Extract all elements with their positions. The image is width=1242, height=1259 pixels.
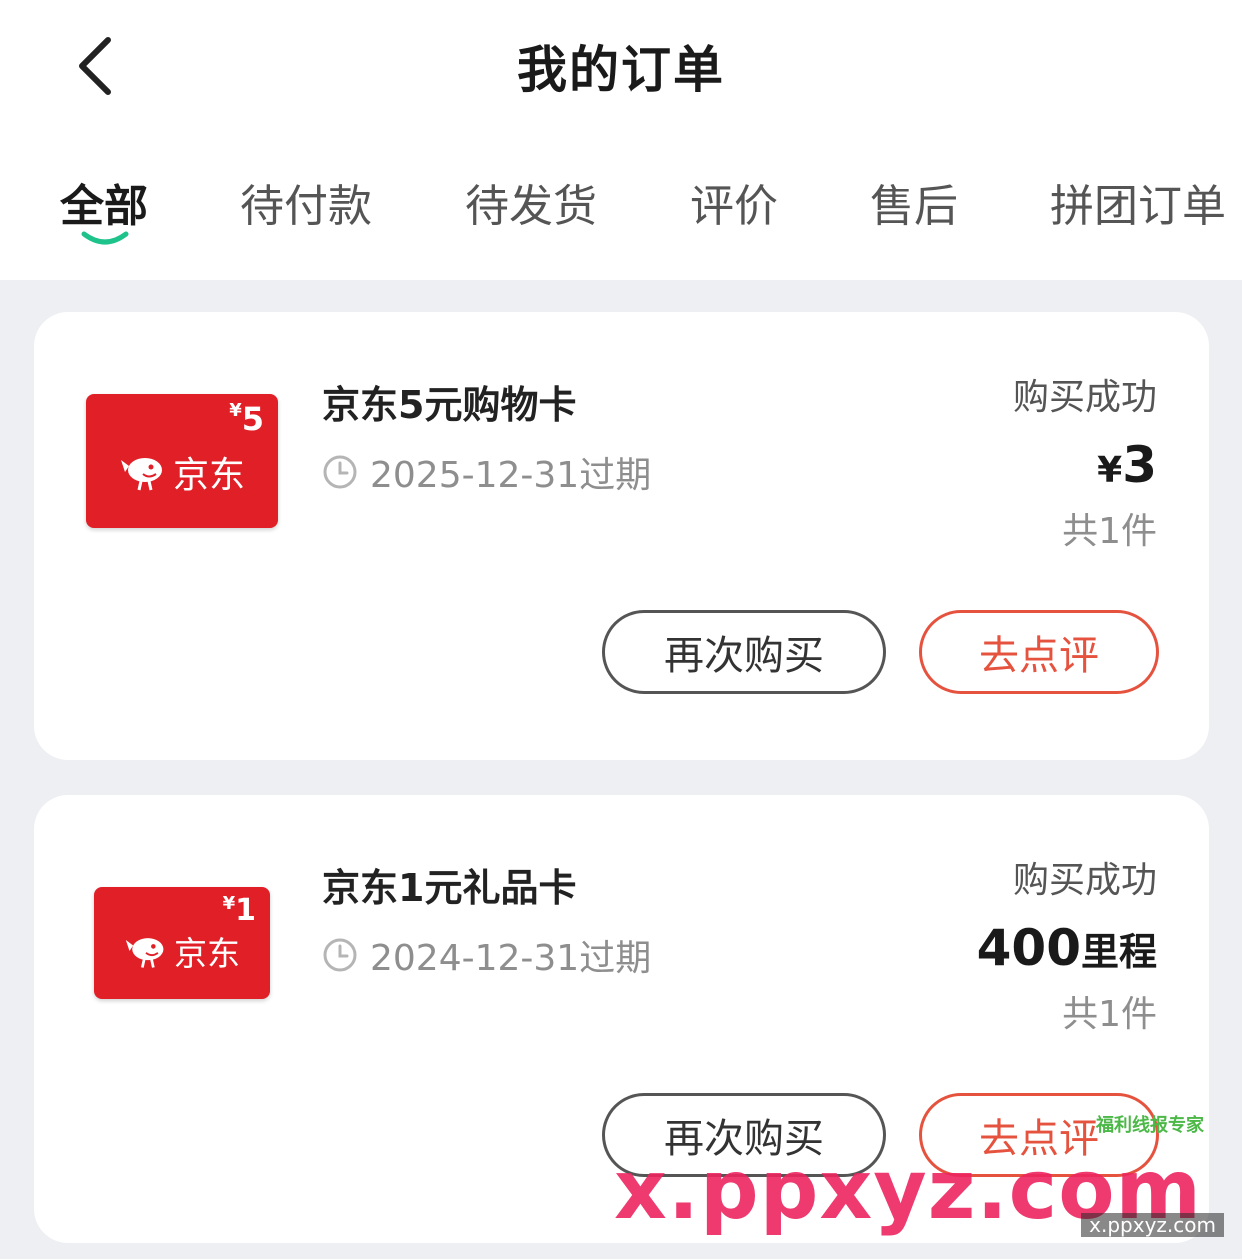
order-price: ¥3: [1097, 436, 1157, 494]
write-review-button[interactable]: 去点评: [919, 610, 1159, 694]
item-count: 共1件: [1062, 511, 1157, 552]
order-status: 购买成功: [1012, 377, 1157, 418]
jd-logo: 京东: [94, 927, 270, 975]
jd-mascot-icon: [120, 458, 162, 491]
expiry-text: 2024-12-31过期: [370, 938, 652, 979]
jd-logo: 京东: [86, 446, 278, 498]
top-bar: 我的订单 全部 待付款 待发货 评价 售后 拼团订单: [0, 0, 1242, 280]
order-card[interactable]: ¥5 京东 京东5元购物卡 2025-12-31过期 购买成功 ¥3 共1件 再…: [34, 312, 1209, 760]
tab-pending-shipment[interactable]: 待发货: [465, 170, 597, 250]
tab-pending-payment[interactable]: 待付款: [240, 170, 372, 250]
product-name: 京东1元礼品卡: [322, 866, 577, 910]
expiry-text: 2025-12-31过期: [370, 455, 652, 496]
product-name: 京东5元购物卡: [322, 383, 577, 427]
tab-group-orders[interactable]: 拼团订单: [1050, 170, 1226, 250]
active-tab-indicator: [81, 231, 129, 245]
item-count: 共1件: [1062, 994, 1157, 1035]
write-review-button[interactable]: 去点评: [919, 1093, 1159, 1177]
buy-again-button[interactable]: 再次购买: [602, 1093, 886, 1177]
tab-review[interactable]: 评价: [690, 170, 778, 250]
order-card[interactable]: ¥1 京东 京东1元礼品卡 2024-12-31过期 购买成功 400里程 共1…: [34, 795, 1209, 1243]
order-price: 400里程: [976, 919, 1157, 977]
page-title: 我的订单: [517, 41, 725, 99]
gift-card-thumbnail: ¥5 京东: [86, 394, 278, 528]
expiry-date: 2025-12-31过期: [322, 446, 651, 498]
clock-icon: [323, 938, 357, 972]
clock-icon: [323, 455, 357, 489]
order-tabs: 全部 待付款 待发货 评价 售后 拼团订单: [0, 170, 1242, 250]
expiry-date: 2024-12-31过期: [322, 929, 651, 981]
jd-mascot-icon: [125, 938, 164, 968]
thumbnail-denomination: ¥5: [229, 400, 264, 438]
gift-card-thumbnail: ¥1 京东: [94, 887, 270, 999]
buy-again-button[interactable]: 再次购买: [602, 610, 886, 694]
thumbnail-denomination: ¥1: [222, 893, 256, 928]
tab-after-sales[interactable]: 售后: [870, 170, 958, 250]
order-status: 购买成功: [1012, 860, 1157, 901]
